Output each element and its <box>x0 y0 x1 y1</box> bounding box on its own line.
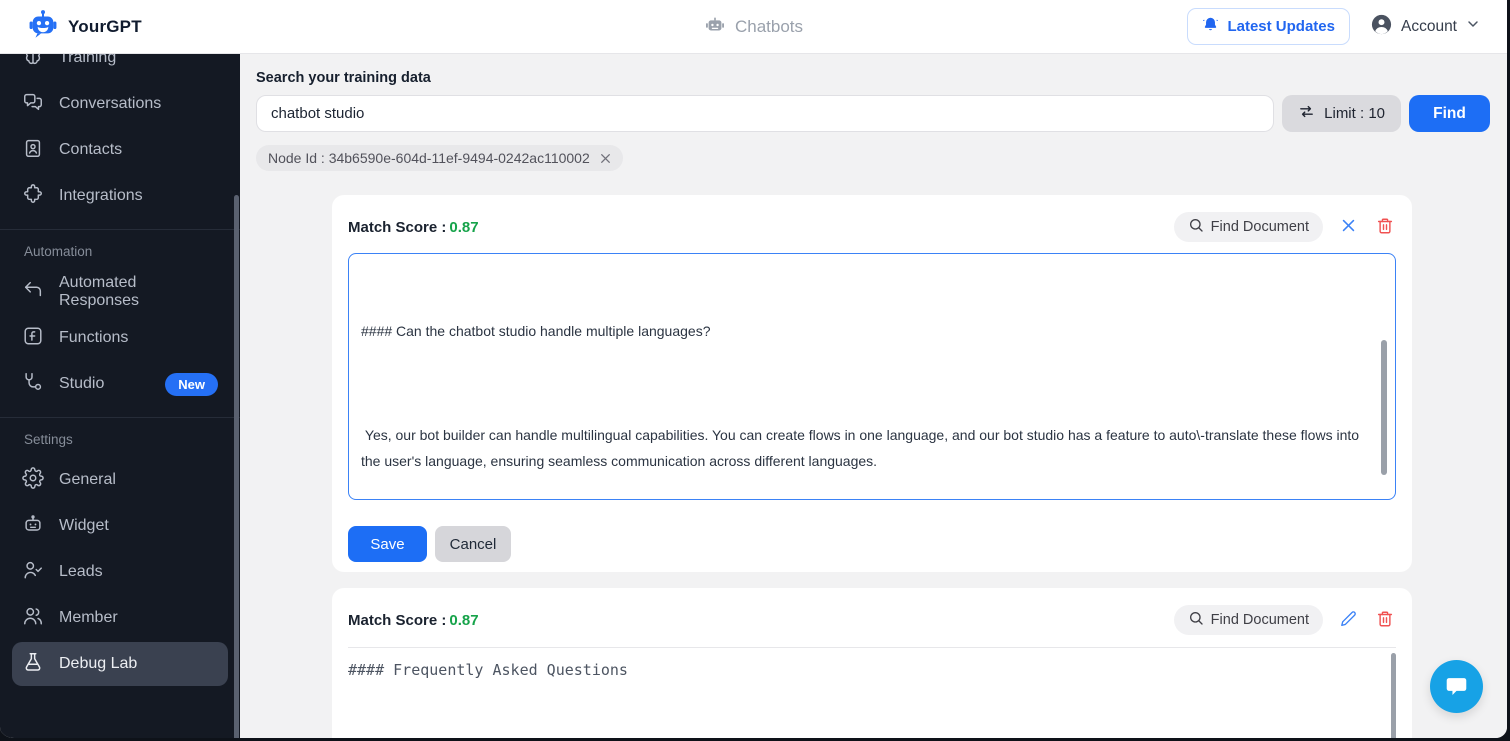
sidebar-item-label: Conversations <box>59 95 162 112</box>
sidebar-item-label: Contacts <box>59 141 123 158</box>
brand-name: YourGPT <box>68 16 142 36</box>
conversations-icon <box>22 91 44 118</box>
close-icon <box>1340 217 1357 237</box>
match-score-label: Match Score : <box>348 611 447 629</box>
sidebar-item-label: Training <box>59 54 117 66</box>
account-label: Account <box>1400 17 1457 35</box>
find-document-button[interactable]: Find Document <box>1173 212 1323 242</box>
sidebar-divider <box>0 229 240 230</box>
user-check-icon <box>22 559 44 586</box>
document-content: #### Frequently Asked Questions <box>348 661 628 679</box>
chevron-down-icon <box>1465 16 1481 37</box>
find-button[interactable]: Find <box>1409 95 1490 132</box>
results-list: Match Score :0.87 Find Document #### Can… <box>332 195 1412 738</box>
app-window: YourGPT Chatbots Latest Updates Account … <box>0 0 1510 741</box>
sidebar-item-label: Widget <box>59 517 109 534</box>
settings-section-title: Settings <box>24 432 73 447</box>
search-input[interactable] <box>256 95 1275 132</box>
match-score-value: 0.87 <box>449 218 479 236</box>
node-id-chip-label: Node Id : 34b6590e-604d-11ef-9494-0242ac… <box>268 150 590 166</box>
sidebar-item-conversations[interactable]: Conversations <box>0 81 240 127</box>
sidebar-scrollbar[interactable] <box>234 195 239 738</box>
sidebar-item-member[interactable]: Member <box>0 595 240 641</box>
users-icon <box>22 605 44 632</box>
sidebar-item-contacts[interactable]: Contacts <box>0 127 240 173</box>
new-badge: New <box>165 372 218 396</box>
find-document-label: Find Document <box>1210 612 1309 628</box>
sidebar-item-label: Debug Lab <box>59 655 138 672</box>
bell-icon <box>1202 16 1219 37</box>
find-document-button[interactable]: Find Document <box>1173 605 1323 635</box>
save-button[interactable]: Save <box>348 526 427 562</box>
editor-scrollbar[interactable] <box>1381 340 1387 475</box>
cancel-edit-button[interactable] <box>1338 215 1359 239</box>
sidebar-item-integrations[interactable]: Integrations <box>0 173 240 219</box>
sidebar-item-label: Leads <box>59 563 103 580</box>
flask-icon <box>22 651 44 678</box>
yourgpt-logo-icon <box>28 9 58 44</box>
result-card-2: Match Score :0.87 Find Document #### Fre… <box>332 588 1412 738</box>
sidebar-item-debug-lab[interactable]: Debug Lab <box>12 642 228 686</box>
search-icon <box>1188 217 1204 237</box>
automation-section-title: Automation <box>24 244 93 259</box>
sidebar-item-widget[interactable]: Widget <box>0 503 240 549</box>
latest-updates-label: Latest Updates <box>1227 18 1335 35</box>
studio-icon <box>22 371 44 398</box>
training-data-editor[interactable]: #### Can the chatbot studio handle multi… <box>348 253 1396 500</box>
sidebar-item-functions[interactable]: Functions <box>0 315 240 361</box>
gear-icon <box>22 466 44 494</box>
sidebar-divider <box>0 417 240 418</box>
match-score-value: 0.87 <box>449 611 479 629</box>
sidebar-item-label: Automated Responses <box>59 274 140 309</box>
match-score: Match Score :0.87 <box>348 219 479 236</box>
robot-icon <box>704 14 726 41</box>
account-avatar-icon <box>1370 13 1393 41</box>
find-document-label: Find Document <box>1210 219 1309 235</box>
sidebar-item-general[interactable]: General <box>0 457 240 503</box>
latest-updates-button[interactable]: Latest Updates <box>1187 8 1350 45</box>
node-id-chip: Node Id : 34b6590e-604d-11ef-9494-0242ac… <box>256 145 623 171</box>
match-score: Match Score :0.87 <box>348 612 479 629</box>
search-icon <box>1188 610 1204 630</box>
sidebar-item-label: Studio <box>59 375 105 392</box>
sidebar-item-label: Integrations <box>59 187 143 204</box>
widget-robot-icon <box>22 513 44 540</box>
training-icon <box>22 54 44 72</box>
limit-label: Limit : 10 <box>1324 105 1385 122</box>
main-panel: Search your training data Limit : 10 Fin… <box>240 54 1507 738</box>
swap-arrows-icon <box>1298 103 1315 124</box>
chip-close-icon[interactable] <box>599 152 612 165</box>
result-card-1: Match Score :0.87 Find Document #### Can… <box>332 195 1412 572</box>
sidebar-item-label: Functions <box>59 329 129 346</box>
function-icon <box>22 325 44 352</box>
pencil-icon <box>1340 610 1357 630</box>
document-scrollbar[interactable] <box>1391 653 1396 738</box>
trash-icon <box>1376 217 1394 238</box>
sidebar-item-automated-responses[interactable]: Automated Responses <box>0 269 240 315</box>
cancel-button[interactable]: Cancel <box>435 526 511 562</box>
reply-arrow-icon <box>22 279 44 306</box>
chatbots-label: Chatbots <box>734 17 804 36</box>
brand[interactable]: YourGPT <box>0 9 142 44</box>
delete-button[interactable] <box>1374 215 1396 240</box>
sidebar-item-studio[interactable]: Studio New <box>0 361 240 407</box>
sidebar-item-leads[interactable]: Leads <box>0 549 240 595</box>
integrations-icon <box>22 183 44 210</box>
sidebar-item-label: Member <box>59 609 118 626</box>
top-navbar: YourGPT Chatbots Latest Updates Account <box>0 0 1507 54</box>
delete-button[interactable] <box>1374 608 1396 633</box>
limit-button[interactable]: Limit : 10 <box>1282 95 1401 132</box>
sidebar-item-label: General <box>59 471 116 488</box>
contacts-icon <box>22 137 44 164</box>
match-score-label: Match Score : <box>348 218 447 236</box>
edit-button[interactable] <box>1338 608 1359 632</box>
chat-widget-button[interactable] <box>1430 660 1483 713</box>
sidebar-item-training[interactable]: Training <box>0 54 240 81</box>
sidebar: Training Conversations Contacts Integrat… <box>0 54 240 738</box>
account-menu[interactable]: Account <box>1370 13 1481 41</box>
chat-bubble-icon <box>1443 672 1470 702</box>
trash-icon <box>1376 610 1394 631</box>
search-label: Search your training data <box>256 70 431 86</box>
